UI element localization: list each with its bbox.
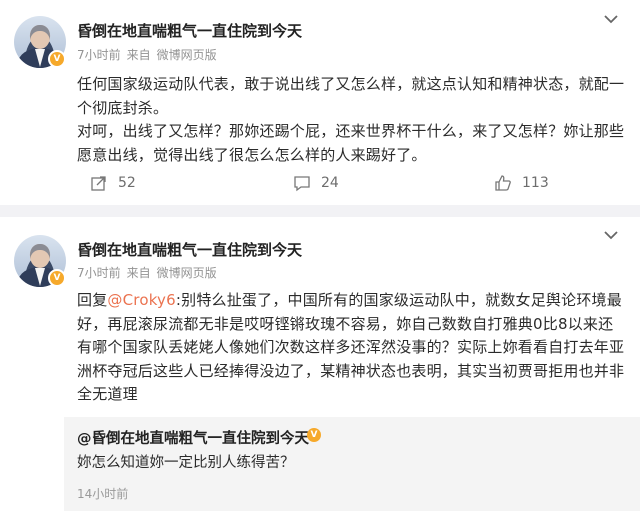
mention-link[interactable]: @Croky6	[107, 291, 175, 309]
like-button[interactable]: 113	[494, 174, 549, 192]
verified-badge-icon: V	[48, 269, 66, 287]
comment-button[interactable]: 24	[293, 174, 339, 192]
chevron-down-icon[interactable]	[603, 13, 619, 25]
verified-badge-icon: V	[307, 428, 321, 442]
post-time[interactable]: 7小时前	[77, 48, 121, 62]
post-card: V 昏倒在地直喘粗气一直住院到今天 7小时前 来自 微博网页版 任何国家级运动队代表…	[0, 0, 640, 205]
post-time[interactable]: 7小时前	[77, 266, 121, 280]
avatar-face	[30, 25, 50, 49]
username[interactable]: 昏倒在地直喘粗气一直住院到今天	[77, 20, 302, 41]
reply-text: 回复@Croky6:别特么扯蛋了，中国所有的国家级运动队中，就数女足舆论环境最好…	[77, 289, 627, 407]
verified-badge-icon: V	[48, 50, 66, 68]
weibo-feed: V 昏倒在地直喘粗气一直住院到今天 7小时前 来自 微博网页版 任何国家级运动队代表…	[0, 0, 640, 511]
source-prefix: 来自	[126, 266, 151, 280]
share-count: 52	[118, 175, 136, 191]
quote-username[interactable]: @昏倒在地直喘粗气一直住院到今天	[77, 427, 309, 448]
post-source[interactable]: 微博网页版	[157, 48, 217, 62]
post-text: 任何国家级运动队代表，敢于说出线了又怎么样，就这点认知和精神状态，就配一个彻底封…	[77, 73, 627, 167]
share-icon	[91, 176, 106, 191]
quoted-comment[interactable]: @昏倒在地直喘粗气一直住院到今天 V 妳怎么知道妳一定比别人练得苦？ 14小时前	[64, 417, 640, 511]
username[interactable]: 昏倒在地直喘粗气一直住院到今天	[77, 239, 302, 260]
avatar-face	[30, 244, 50, 268]
post-text-line: 对呵，出线了又怎样？那妳还踢个屁，还来世界杯干什么，来了又怎样？妳让那些愿意出线…	[77, 122, 625, 164]
post-meta: 7小时前 来自 微博网页版	[77, 46, 223, 63]
post-card: V 昏倒在地直喘粗气一直住院到今天 7小时前 来自 微博网页版 回复@Croky6:…	[0, 217, 640, 511]
post-meta: 7小时前 来自 微博网页版	[77, 264, 223, 281]
quote-text: 妳怎么知道妳一定比别人练得苦？	[77, 455, 295, 471]
post-source[interactable]: 微博网页版	[157, 266, 217, 280]
like-count: 113	[522, 175, 549, 191]
reply-prefix: 回复	[77, 291, 108, 309]
like-icon	[495, 175, 511, 191]
comment-icon	[294, 176, 310, 192]
chevron-down-icon[interactable]	[603, 229, 619, 241]
post-text-line: 任何国家级运动队代表，敢于说出线了又怎么样，就这点认知和精神状态，就配一个彻底封…	[77, 75, 625, 117]
comment-count: 24	[321, 175, 339, 191]
source-prefix: 来自	[126, 48, 151, 62]
quote-time: 14小时前	[77, 487, 129, 501]
share-button[interactable]: 52	[90, 174, 136, 192]
